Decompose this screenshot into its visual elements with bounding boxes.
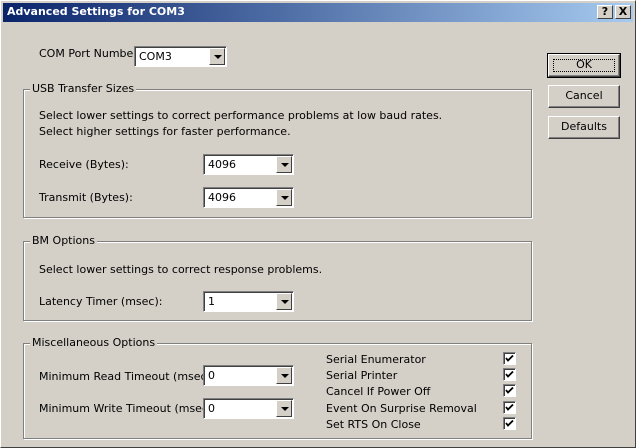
cancel-if-power-off-checkbox[interactable] <box>503 384 516 397</box>
write-timeout-select[interactable]: 0 <box>203 398 294 419</box>
defaults-button[interactable]: Defaults <box>548 116 620 139</box>
chevron-down-icon[interactable] <box>276 189 292 206</box>
read-timeout-value: 0 <box>208 369 215 382</box>
bm-options-title: BM Options <box>30 234 97 247</box>
serial-printer-checkbox[interactable] <box>503 368 516 381</box>
write-timeout-value: 0 <box>208 402 215 415</box>
serial-enumerator-checkbox[interactable] <box>503 352 516 365</box>
latency-label: Latency Timer (msec): <box>39 295 163 308</box>
receive-label: Receive (Bytes): <box>39 158 129 171</box>
com-port-select[interactable]: COM3 <box>134 46 227 67</box>
serial-enumerator-label: Serial Enumerator <box>326 353 426 366</box>
receive-select[interactable]: 4096 <box>203 154 294 175</box>
defaults-button-label: Defaults <box>561 120 607 133</box>
checkmark-icon <box>505 354 514 362</box>
transmit-select[interactable]: 4096 <box>203 187 294 208</box>
transmit-value: 4096 <box>208 191 236 204</box>
close-button[interactable]: X <box>615 5 631 19</box>
checkmark-icon <box>505 370 514 378</box>
read-timeout-select[interactable]: 0 <box>203 365 294 386</box>
checkmark-icon <box>505 403 514 411</box>
serial-printer-label: Serial Printer <box>326 369 398 382</box>
usb-transfer-desc2: Select higher settings for faster perfor… <box>39 125 291 138</box>
help-button[interactable]: ? <box>597 5 613 19</box>
checkmark-icon <box>505 386 514 394</box>
cancel-button[interactable]: Cancel <box>548 85 620 108</box>
cancel-if-power-off-label: Cancel If Power Off <box>326 385 431 398</box>
receive-value: 4096 <box>208 158 236 171</box>
title-bar[interactable]: Advanced Settings for COM3 ? X <box>3 3 633 22</box>
latency-select[interactable]: 1 <box>203 291 294 312</box>
advanced-settings-dialog: Advanced Settings for COM3 ? X COM Port … <box>0 0 636 448</box>
chevron-down-icon[interactable] <box>276 156 292 173</box>
set-rts-on-close-checkbox[interactable] <box>503 417 516 430</box>
transmit-label: Transmit (Bytes): <box>39 191 133 204</box>
chevron-down-icon[interactable] <box>276 367 292 384</box>
misc-options-title: Miscellaneous Options <box>30 336 158 349</box>
usb-transfer-desc1: Select lower settings to correct perform… <box>39 109 443 122</box>
chevron-down-icon[interactable] <box>276 293 292 310</box>
bm-options-desc: Select lower settings to correct respons… <box>39 263 323 276</box>
chevron-down-icon[interactable] <box>276 400 292 417</box>
set-rts-on-close-label: Set RTS On Close <box>326 418 421 431</box>
com-port-value: COM3 <box>139 50 172 63</box>
event-on-surprise-removal-checkbox[interactable] <box>503 401 516 414</box>
usb-transfer-title: USB Transfer Sizes <box>30 82 137 95</box>
chevron-down-icon[interactable] <box>209 48 225 65</box>
com-port-label: COM Port Number: <box>39 47 142 60</box>
checkmark-icon <box>505 419 514 427</box>
latency-value: 1 <box>208 295 215 308</box>
event-on-surprise-removal-label: Event On Surprise Removal <box>326 402 477 415</box>
ok-button[interactable]: OK <box>547 53 621 78</box>
focus-rect <box>553 59 615 72</box>
misc-options-group: Miscellaneous Options <box>23 336 532 439</box>
write-timeout-label: Minimum Write Timeout (msec): <box>39 402 216 415</box>
window-title: Advanced Settings for COM3 <box>7 5 185 18</box>
cancel-button-label: Cancel <box>565 89 603 102</box>
read-timeout-label: Minimum Read Timeout (msec): <box>39 370 215 383</box>
